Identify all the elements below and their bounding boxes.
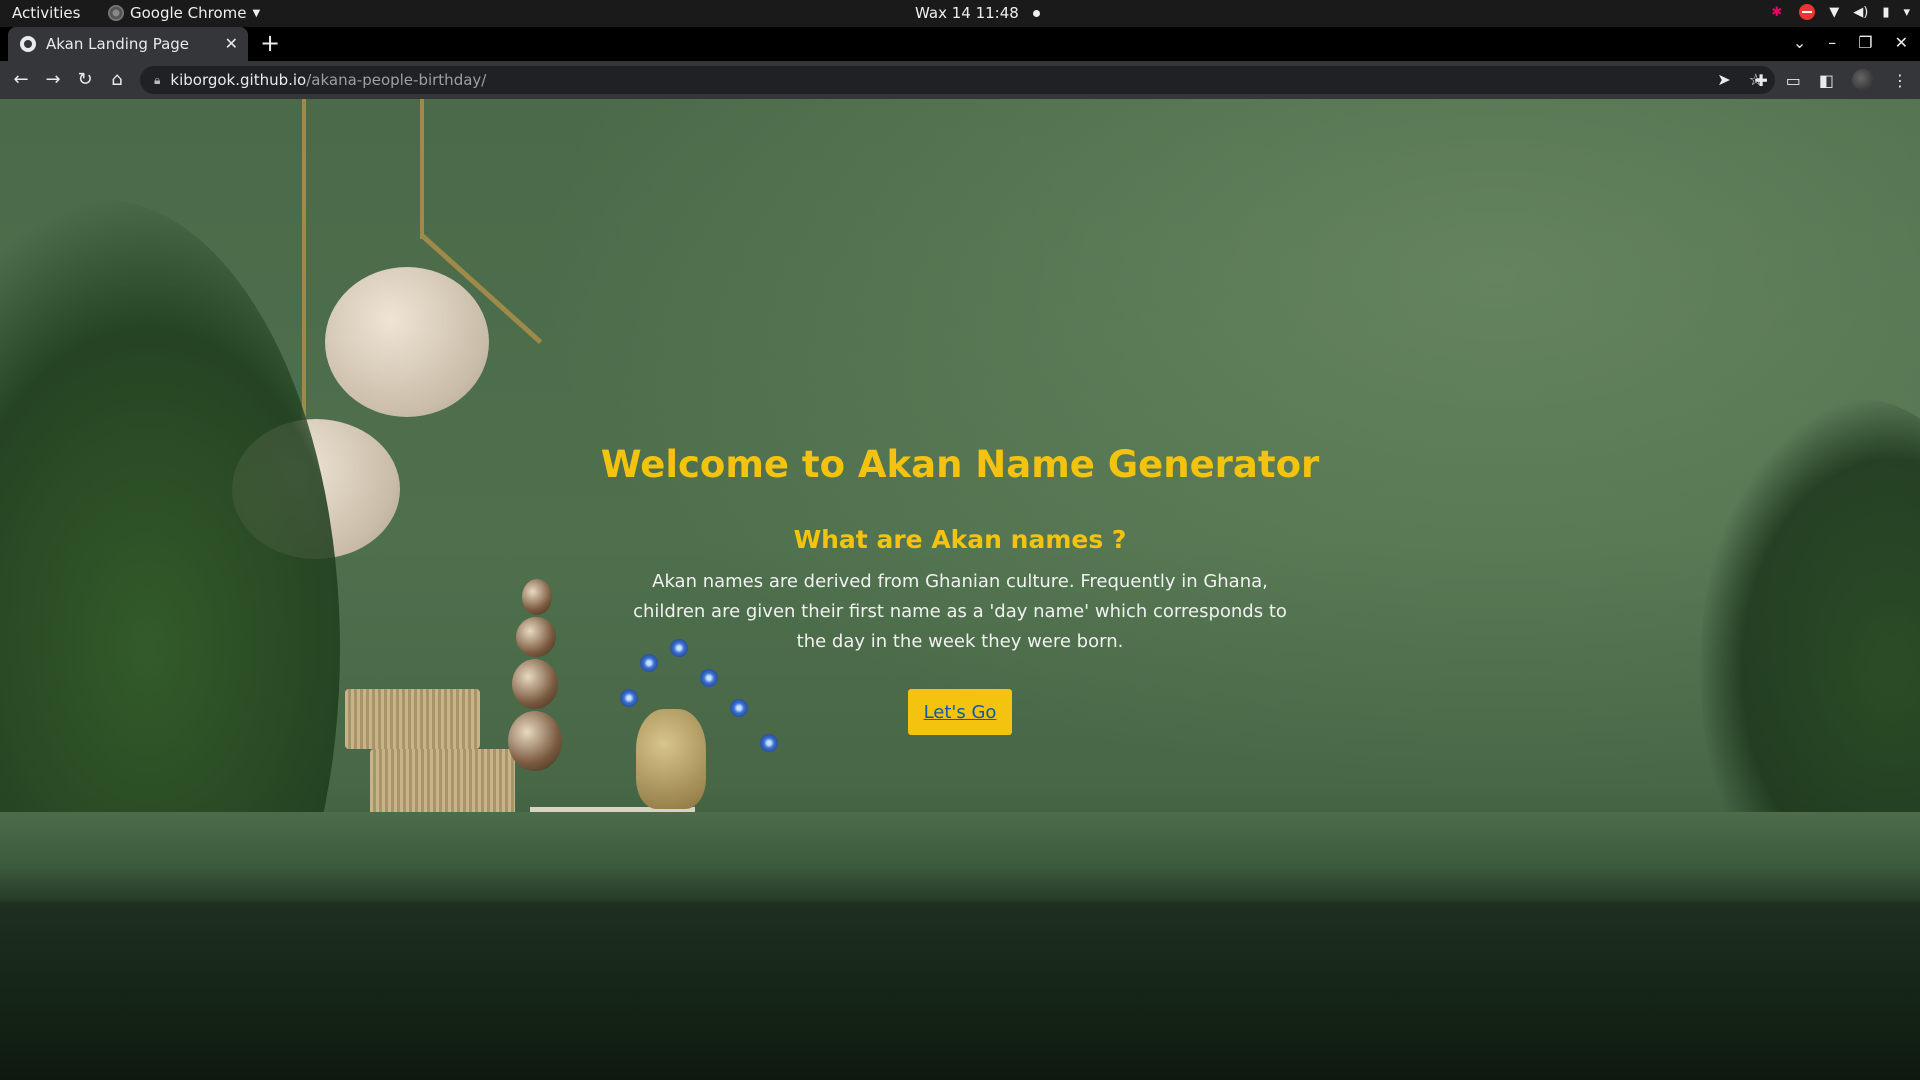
slack-icon[interactable]: ✱ (1771, 5, 1785, 20)
page-title: Welcome to Akan Name Generator (600, 443, 1320, 486)
tab-search-icon[interactable]: ⌄ (1793, 33, 1806, 52)
lamp-rod (420, 99, 424, 239)
lock-icon[interactable]: 🔒︎ (154, 73, 160, 88)
lamp-rod (302, 99, 306, 429)
extensions-area: ✚ ▭ ◧ ⋮ (1754, 69, 1908, 91)
flower (620, 689, 638, 707)
basket (345, 689, 480, 749)
globe-icon (20, 36, 36, 52)
reload-icon[interactable]: ↻ (76, 69, 94, 90)
tab-strip: Akan Landing Page ✕ + ⌄ – ❐ ✕ (0, 27, 1920, 61)
url-host: kiborgok.github.io (170, 71, 307, 89)
flower (760, 734, 778, 752)
menu-icon[interactable]: ⋮ (1892, 71, 1908, 90)
battery-icon[interactable]: ▮ (1882, 5, 1889, 20)
vase (636, 709, 706, 809)
wifi-icon[interactable]: ▼ (1829, 5, 1839, 20)
activities-button[interactable]: Activities (12, 4, 80, 22)
app-name: Google Chrome (130, 4, 247, 22)
do-not-disturb-icon[interactable] (1799, 4, 1816, 20)
send-icon[interactable]: ➤ (1717, 70, 1730, 89)
decor-bead (522, 579, 552, 615)
volume-icon[interactable]: ◀) (1853, 5, 1868, 20)
system-top-bar: Activities Google Chrome ▼ Wax 14 11:48 … (0, 0, 1920, 27)
tab-akan-landing[interactable]: Akan Landing Page ✕ (8, 27, 248, 61)
description-text: Akan names are derived from Ghanian cult… (633, 571, 1287, 652)
chrome-icon (108, 5, 124, 21)
cast-icon[interactable]: ▭ (1786, 71, 1801, 90)
tab-title: Akan Landing Page (46, 35, 190, 53)
page-viewport: Welcome to Akan Name Generator What are … (0, 99, 1920, 1080)
decor-bead (508, 711, 562, 771)
address-bar[interactable]: 🔒︎ kiborgok.github.io/akana-people-birth… (140, 66, 1775, 94)
flower (700, 669, 718, 687)
window-controls: ⌄ – ❐ ✕ (1793, 33, 1908, 52)
close-window-icon[interactable]: ✕ (1895, 33, 1908, 52)
chevron-down-icon: ▼ (252, 7, 261, 19)
app-menu[interactable]: Google Chrome ▼ (108, 4, 260, 22)
close-tab-icon[interactable]: ✕ (225, 34, 238, 53)
new-tab-button[interactable]: + (260, 29, 280, 57)
puzzle-icon[interactable]: ✚ (1754, 71, 1767, 90)
shelf (0, 812, 1920, 902)
minimize-icon[interactable]: – (1828, 33, 1836, 52)
home-icon[interactable]: ⌂ (108, 69, 126, 90)
lamp-globe (325, 267, 489, 417)
system-tray[interactable]: ✱ ▼ ◀) ▮ ▾ (1771, 4, 1910, 20)
back-icon[interactable]: ← (12, 69, 30, 90)
side-panel-icon[interactable]: ◧ (1819, 71, 1834, 90)
flower (730, 699, 748, 717)
chevron-down-icon[interactable]: ▾ (1903, 5, 1910, 20)
section-heading: What are Akan names ? (793, 525, 1127, 554)
shelf-shadow (0, 902, 1920, 1080)
clock-text: Wax 14 11:48 (915, 4, 1019, 22)
avatar[interactable] (1852, 69, 1874, 91)
url-path: /akana-people-birthday/ (306, 71, 487, 89)
browser-toolbar: ← → ↻ ⌂ 🔒︎ kiborgok.github.io/akana-peop… (0, 61, 1920, 99)
lets-go-button[interactable]: Let's Go (908, 689, 1012, 735)
decor-bead (516, 617, 556, 657)
forward-icon[interactable]: → (44, 69, 62, 90)
nav-buttons: ← → ↻ ⌂ (12, 69, 126, 90)
decor-bead (512, 659, 558, 709)
notification-dot-icon (1032, 9, 1040, 17)
restore-icon[interactable]: ❐ (1858, 33, 1872, 52)
clock[interactable]: Wax 14 11:48 (915, 4, 1040, 22)
